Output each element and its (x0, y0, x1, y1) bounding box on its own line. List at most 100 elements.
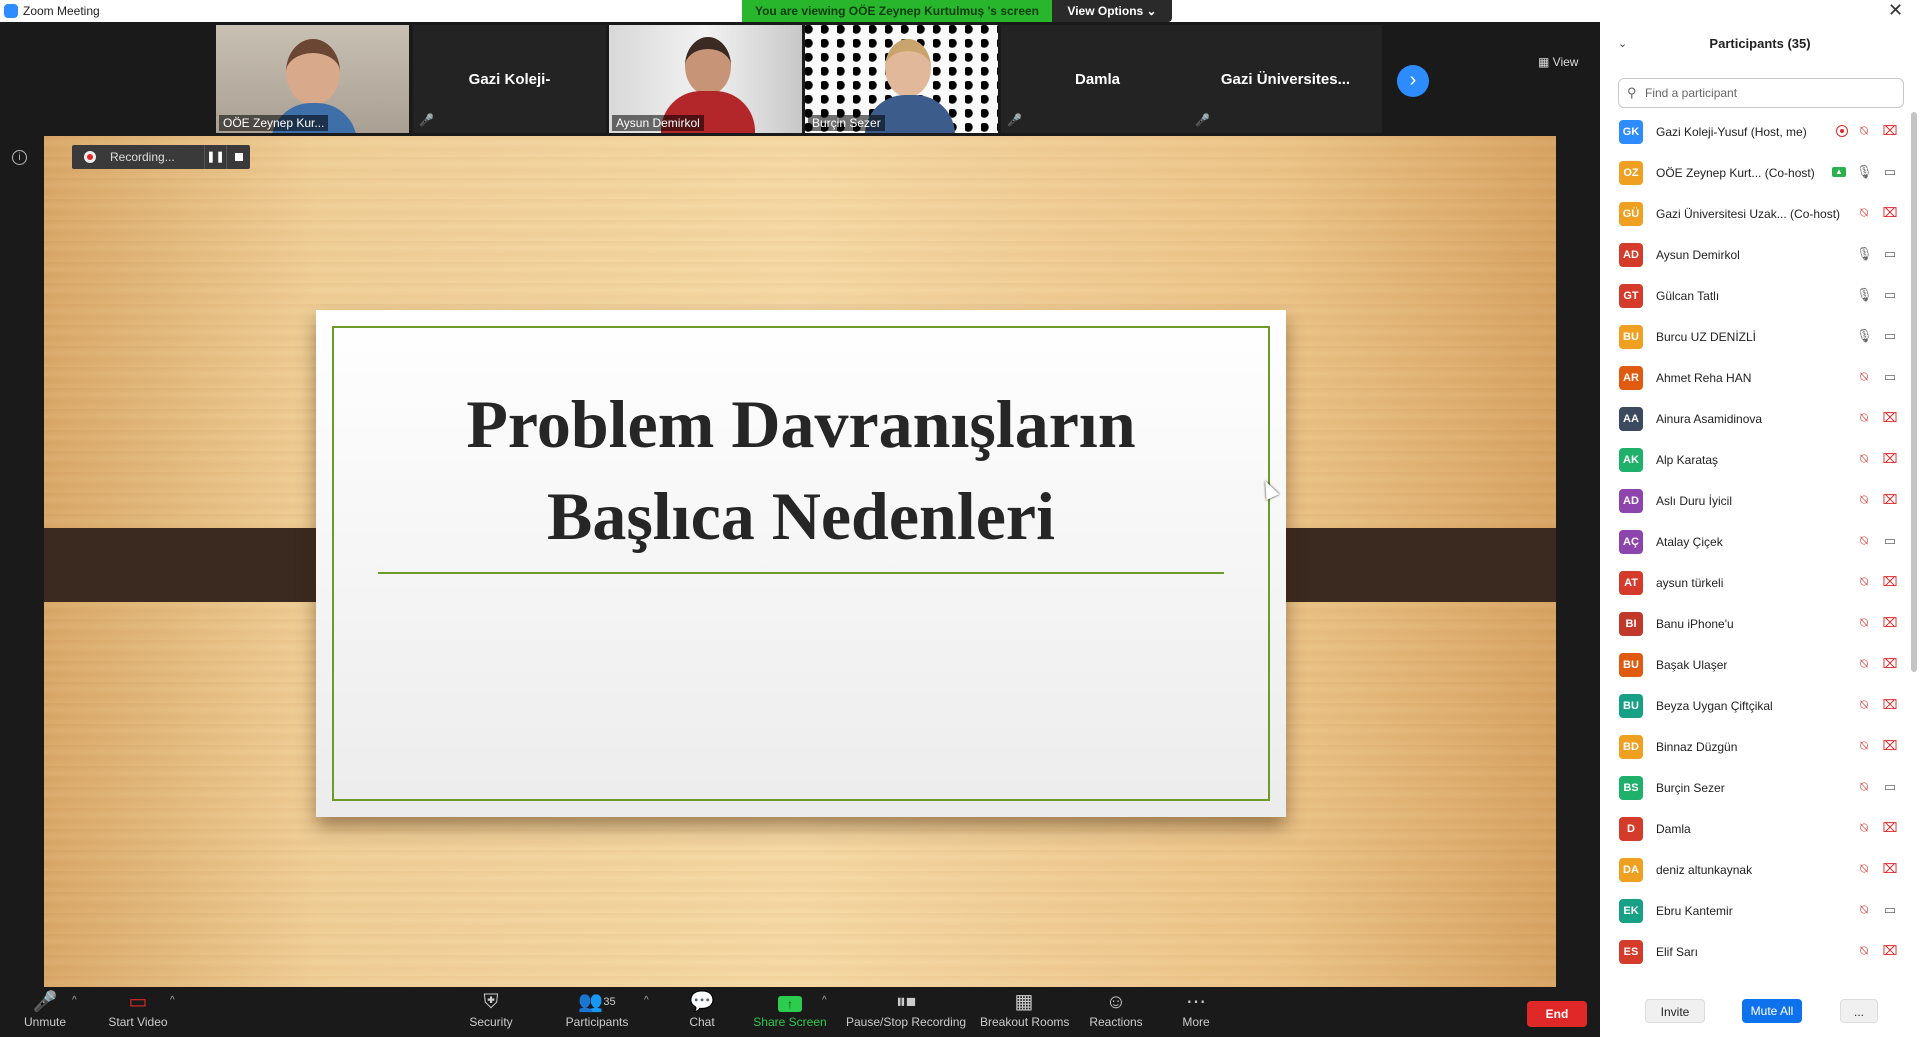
video-tile-aysun[interactable]: Aysun Demirkol (609, 25, 802, 133)
name-tile-damla[interactable]: Damla 🎤 (1001, 25, 1194, 133)
breakout-rooms-button[interactable]: ▦ Breakout Rooms (980, 987, 1070, 1037)
close-icon[interactable]: ✕ (1888, 0, 1903, 21)
unmute-button[interactable]: 🎤 Unmute (20, 987, 70, 1037)
mic-muted-icon[interactable]: ⍉ (1856, 779, 1872, 795)
camera-off-icon[interactable]: ⌧ (1882, 656, 1898, 672)
mic-muted-icon[interactable]: ⍉ (1856, 697, 1872, 713)
participant-row[interactable]: AÇ Atalay Çiçek ⍉ ▭ (1600, 522, 1920, 563)
participant-row[interactable]: BS Burçin Sezer ⍉ ▭ (1600, 768, 1920, 809)
video-options-caret[interactable]: ^ (170, 987, 182, 1037)
panel-more-button[interactable]: ... (1840, 999, 1878, 1023)
participant-search-input[interactable] (1645, 84, 1895, 102)
end-meeting-button[interactable]: End (1527, 1001, 1587, 1027)
breakout-rooms-label: Breakout Rooms (980, 1015, 1070, 1029)
mic-muted-icon[interactable]: ⍉ (1856, 533, 1872, 549)
camera-icon[interactable]: ▭ (1882, 287, 1898, 303)
participant-row[interactable]: AR Ahmet Reha HAN ⍉ ▭ (1600, 358, 1920, 399)
more-button[interactable]: ⋯ More (1176, 987, 1216, 1037)
stop-recording-button[interactable] (226, 145, 250, 169)
participant-list-scrollbar[interactable] (1911, 112, 1917, 672)
camera-off-icon[interactable]: ⌧ (1882, 861, 1898, 877)
mic-muted-icon[interactable]: ⍉ (1856, 123, 1872, 139)
camera-off-icon[interactable]: ⌧ (1882, 697, 1898, 713)
participant-row[interactable]: GÜ Gazi Üniversitesi Uzak... (Co-host) ⍉ ⌧ (1600, 194, 1920, 235)
name-tile-gazi-koleji[interactable]: Gazi Koleji- 🎤 (413, 25, 606, 133)
participant-row[interactable]: OZ OÖE Zeynep Kurt... (Co-host) ▲ 🎙 ▭ (1600, 153, 1920, 194)
participant-row[interactable]: GT Gülcan Tatlı 🎙 ▭ (1600, 276, 1920, 317)
participant-row[interactable]: EK Ebru Kantemir ⍉ ▭ (1600, 891, 1920, 932)
view-options-button[interactable]: View Options ⌄ (1052, 0, 1172, 22)
share-screen-button[interactable]: ↑ Share Screen (752, 987, 828, 1037)
participant-row[interactable]: AD Aysun Demirkol 🎙 ▭ (1600, 235, 1920, 276)
view-label: View (1552, 55, 1579, 69)
video-tile-burcin[interactable]: Burçin Sezer (805, 25, 998, 133)
camera-off-icon[interactable]: ⌧ (1882, 451, 1898, 467)
participants-options-caret[interactable]: ^ (644, 987, 656, 1037)
reactions-button[interactable]: ☺ Reactions (1088, 987, 1144, 1037)
participant-row[interactable]: DA deniz altunkaynak ⍉ ⌧ (1600, 850, 1920, 891)
security-button[interactable]: ⛨ Security (466, 987, 516, 1037)
mic-muted-icon[interactable]: ⍉ (1856, 820, 1872, 836)
mic-icon[interactable]: 🎙 (1856, 287, 1873, 303)
participant-row[interactable]: BU Beyza Uygan Çiftçikal ⍉ ⌧ (1600, 686, 1920, 727)
mic-muted-icon[interactable]: ⍉ (1856, 451, 1872, 467)
mic-icon[interactable]: 🎙 (1856, 164, 1873, 180)
chat-button[interactable]: 💬 Chat (682, 987, 722, 1037)
security-label: Security (469, 1015, 513, 1029)
mic-muted-icon[interactable]: ⍉ (1856, 615, 1872, 631)
mic-muted-icon[interactable]: ⍉ (1856, 574, 1872, 590)
participant-row[interactable]: AD Aslı Duru İyicil ⍉ ⌧ (1600, 481, 1920, 522)
invite-button[interactable]: Invite (1645, 999, 1705, 1023)
camera-icon[interactable]: ▭ (1882, 328, 1898, 344)
camera-off-icon[interactable]: ⌧ (1882, 574, 1898, 590)
camera-icon[interactable]: ▭ (1882, 369, 1898, 385)
participants-button[interactable]: 👥35 Participants (562, 987, 632, 1037)
participant-row[interactable]: GK Gazi Koleji-Yusuf (Host, me) ⍉ ⌧ (1600, 112, 1920, 153)
camera-icon[interactable]: ▭ (1882, 246, 1898, 262)
mic-muted-icon[interactable]: ⍉ (1856, 861, 1872, 877)
start-video-button[interactable]: ▭ Start Video (106, 987, 170, 1037)
camera-off-icon[interactable]: ⌧ (1882, 943, 1898, 959)
camera-icon[interactable]: ▭ (1882, 164, 1898, 180)
participant-row[interactable]: AT aysun türkeli ⍉ ⌧ (1600, 563, 1920, 604)
video-tile-zeynep[interactable]: OÖE Zeynep Kur... (216, 25, 409, 133)
participant-row[interactable]: BD Binnaz Düzgün ⍉ ⌧ (1600, 727, 1920, 768)
participant-row[interactable]: AK Alp Karataş ⍉ ⌧ (1600, 440, 1920, 481)
camera-off-icon[interactable]: ⌧ (1882, 615, 1898, 631)
camera-off-icon[interactable]: ⌧ (1882, 738, 1898, 754)
mic-muted-icon[interactable]: ⍉ (1856, 902, 1872, 918)
mic-muted-icon[interactable]: ⍉ (1856, 738, 1872, 754)
camera-off-icon[interactable]: ⌧ (1882, 205, 1898, 221)
participant-row[interactable]: AA Ainura Asamidinova ⍉ ⌧ (1600, 399, 1920, 440)
mic-icon[interactable]: 🎙 (1856, 246, 1873, 262)
participant-row[interactable]: BU Burcu UZ DENİZLİ 🎙 ▭ (1600, 317, 1920, 358)
mic-muted-icon[interactable]: ⍉ (1856, 410, 1872, 426)
participant-row[interactable]: BU Başak Ulaşer ⍉ ⌧ (1600, 645, 1920, 686)
participant-row[interactable]: BI Banu iPhone'u ⍉ ⌧ (1600, 604, 1920, 645)
mic-muted-icon[interactable]: ⍉ (1856, 492, 1872, 508)
pause-stop-recording-button[interactable]: ⏸⏹ Pause/Stop Recording (846, 987, 966, 1037)
camera-off-icon[interactable]: ⌧ (1882, 123, 1898, 139)
participant-row[interactable]: ES Elif Sarı ⍉ ⌧ (1600, 932, 1920, 973)
camera-icon[interactable]: ▭ (1882, 779, 1898, 795)
name-tile-gazi-universitesi[interactable]: Gazi Üniversites... 🎤 (1189, 25, 1382, 133)
audio-options-caret[interactable]: ^ (72, 987, 84, 1037)
mic-icon[interactable]: 🎙 (1856, 328, 1873, 344)
participant-row[interactable]: D Damla ⍉ ⌧ (1600, 809, 1920, 850)
zoom-meeting-window: Zoom Meeting You are viewing OÖE Zeynep … (0, 0, 1920, 1037)
gallery-next-arrow-icon[interactable]: › (1397, 65, 1429, 97)
info-icon[interactable]: i (12, 150, 27, 165)
mic-muted-icon[interactable]: ⍉ (1856, 369, 1872, 385)
mic-muted-icon[interactable]: ⍉ (1856, 656, 1872, 672)
camera-off-icon[interactable]: ⌧ (1882, 492, 1898, 508)
view-button[interactable]: ▦ View (1538, 55, 1578, 69)
share-options-caret[interactable]: ^ (822, 987, 834, 1037)
pause-recording-button[interactable]: ❚❚ (204, 145, 226, 169)
mic-muted-icon[interactable]: ⍉ (1856, 205, 1872, 221)
mute-all-button[interactable]: Mute All (1742, 999, 1802, 1023)
camera-off-icon[interactable]: ⌧ (1882, 820, 1898, 836)
mic-muted-icon[interactable]: ⍉ (1856, 943, 1872, 959)
camera-icon[interactable]: ▭ (1882, 902, 1898, 918)
camera-icon[interactable]: ▭ (1882, 533, 1898, 549)
camera-off-icon[interactable]: ⌧ (1882, 410, 1898, 426)
